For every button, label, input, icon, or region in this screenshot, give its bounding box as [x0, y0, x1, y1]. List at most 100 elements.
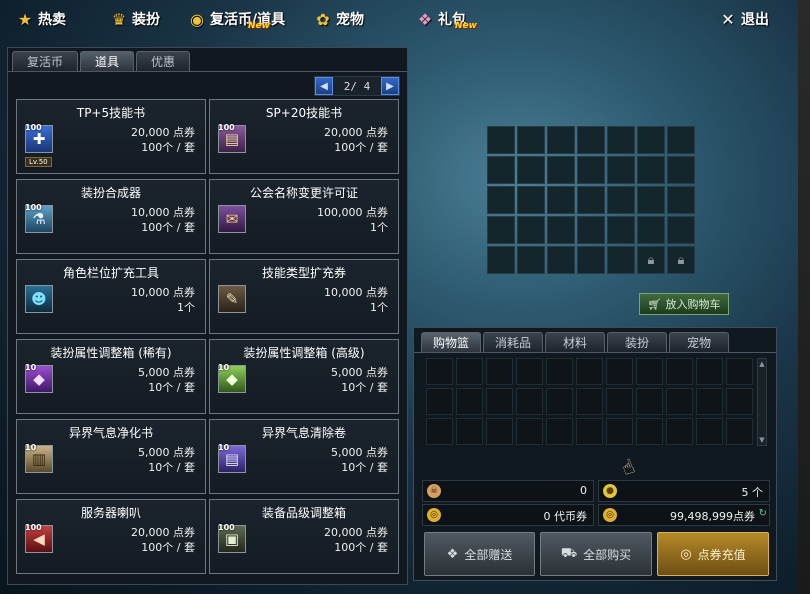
scroll-down-icon[interactable]: ▼	[758, 435, 766, 445]
nav-revive-coin[interactable]: ◉ 复活币/道具	[188, 8, 285, 30]
cart-slot[interactable]	[696, 358, 723, 385]
item-card[interactable]: SP+20技能书 ▤ 100 20,000 点券 100个 / 套	[209, 99, 399, 174]
preview-slot[interactable]	[667, 156, 695, 184]
preview-slot[interactable]	[517, 126, 545, 154]
cart-slot[interactable]	[516, 358, 543, 385]
item-card[interactable]: 公会名称变更许可证 ✉ 100,000 点券 1个	[209, 179, 399, 254]
item-card[interactable]: TP+5技能书 ✚ 100 Lv.50 20,000 点券 100个 / 套	[16, 99, 206, 174]
preview-slot[interactable]	[547, 186, 575, 214]
preview-slot[interactable]	[607, 216, 635, 244]
tab-consumables[interactable]: 消耗品	[483, 332, 543, 352]
add-to-cart-button[interactable]: 🛒︎ 放入购物车	[639, 293, 729, 315]
preview-slot[interactable]	[667, 186, 695, 214]
cart-slot[interactable]	[606, 358, 633, 385]
preview-slot[interactable]	[607, 156, 635, 184]
item-card[interactable]: 装备品级调整箱 ▣ 100 20,000 点券 100个 / 套	[209, 499, 399, 574]
preview-slot[interactable]	[667, 126, 695, 154]
cart-slot[interactable]	[606, 388, 633, 415]
gift-all-button[interactable]: ❖ 全部赠送	[424, 532, 535, 576]
preview-slot[interactable]	[487, 246, 515, 274]
preview-slot[interactable]	[577, 126, 605, 154]
preview-slot[interactable]	[517, 216, 545, 244]
cart-slot[interactable]	[546, 388, 573, 415]
preview-slot[interactable]	[577, 246, 605, 274]
cart-slot[interactable]	[726, 388, 753, 415]
exit-button[interactable]: ✕ 退出	[719, 8, 769, 30]
cart-slot[interactable]	[666, 358, 693, 385]
cart-slot[interactable]	[576, 388, 603, 415]
preview-slot[interactable]	[637, 186, 665, 214]
preview-slot[interactable]	[667, 216, 695, 244]
cart-slot[interactable]	[726, 358, 753, 385]
cart-slot[interactable]	[696, 388, 723, 415]
cart-slot[interactable]	[636, 388, 663, 415]
preview-slot[interactable]	[517, 186, 545, 214]
nav-pet[interactable]: ✿ 宠物	[314, 8, 364, 30]
cart-slot[interactable]	[636, 358, 663, 385]
preview-slot[interactable]	[607, 246, 635, 274]
preview-slot[interactable]	[577, 216, 605, 244]
cart-slot[interactable]	[606, 418, 633, 445]
cart-slot[interactable]	[426, 358, 453, 385]
cart-slot[interactable]	[636, 418, 663, 445]
cart-slot[interactable]	[546, 418, 573, 445]
preview-slot[interactable]	[487, 216, 515, 244]
preview-slot[interactable]	[487, 186, 515, 214]
tab-pet[interactable]: 宠物	[669, 332, 729, 352]
preview-slot[interactable]	[577, 156, 605, 184]
cart-slot[interactable]	[456, 358, 483, 385]
tab-basket[interactable]: 购物篮	[421, 332, 481, 352]
item-card[interactable]: 异界气息清除卷 ▤ 10 5,000 点券 10个 / 套	[209, 419, 399, 494]
tab-costume[interactable]: 装扮	[607, 332, 667, 352]
cart-slot[interactable]	[426, 388, 453, 415]
preview-slot[interactable]	[637, 216, 665, 244]
cart-slot[interactable]	[546, 358, 573, 385]
preview-slot[interactable]	[637, 126, 665, 154]
preview-slot[interactable]	[517, 246, 545, 274]
cart-scrollbar[interactable]: ▲ ▼	[757, 358, 767, 446]
preview-slot[interactable]	[637, 156, 665, 184]
cart-slot[interactable]	[576, 418, 603, 445]
cart-slot[interactable]	[486, 358, 513, 385]
next-page-button[interactable]: ▶	[381, 77, 399, 95]
item-card[interactable]: 角色栏位扩充工具 ☻ 10,000 点券 1个	[16, 259, 206, 334]
cart-slot[interactable]	[576, 358, 603, 385]
refresh-icon[interactable]: ↻	[759, 508, 767, 519]
item-card[interactable]: 异界气息净化书 ▥ 10 5,000 点券 10个 / 套	[16, 419, 206, 494]
cart-slot[interactable]	[696, 418, 723, 445]
preview-slot[interactable]	[517, 156, 545, 184]
preview-slot[interactable]	[577, 186, 605, 214]
cart-slot[interactable]	[516, 388, 543, 415]
item-card[interactable]: 装扮合成器 ⚗ 100 10,000 点券 100个 / 套	[16, 179, 206, 254]
cart-slot[interactable]	[456, 418, 483, 445]
cart-slot[interactable]	[726, 418, 753, 445]
scroll-up-icon[interactable]: ▲	[758, 359, 766, 369]
cart-slot[interactable]	[456, 388, 483, 415]
prev-page-button[interactable]: ◀	[315, 77, 333, 95]
recharge-button[interactable]: ◎ 点券充值	[657, 532, 769, 576]
nav-hot-sale[interactable]: ★ 热卖	[16, 8, 66, 30]
tab-materials[interactable]: 材料	[545, 332, 605, 352]
preview-slot[interactable]	[547, 126, 575, 154]
preview-slot[interactable]	[607, 186, 635, 214]
preview-slot[interactable]	[547, 216, 575, 244]
cart-slot[interactable]	[426, 418, 453, 445]
cart-slot[interactable]	[486, 418, 513, 445]
preview-slot[interactable]	[487, 156, 515, 184]
preview-slot[interactable]	[547, 156, 575, 184]
item-card[interactable]: 装扮属性调整箱 (稀有) ◆ 10 5,000 点券 10个 / 套	[16, 339, 206, 414]
cart-slot[interactable]	[666, 418, 693, 445]
cart-slot[interactable]	[486, 388, 513, 415]
buy-all-button[interactable]: ⛟ 全部购买	[540, 532, 652, 576]
tab-revive-coin[interactable]: 复活币	[12, 51, 79, 71]
tab-items[interactable]: 道具	[80, 51, 135, 71]
nav-costume[interactable]: ♛ 装扮	[110, 8, 160, 30]
cart-slot[interactable]	[666, 388, 693, 415]
preview-slot[interactable]	[547, 246, 575, 274]
cart-slot[interactable]	[516, 418, 543, 445]
item-card[interactable]: 装扮属性调整箱 (高级) ◆ 10 5,000 点券 10个 / 套	[209, 339, 399, 414]
preview-slot[interactable]	[487, 126, 515, 154]
item-card[interactable]: 服务器喇叭 ◀ 100 20,000 点券 100个 / 套	[16, 499, 206, 574]
tab-discount[interactable]: 优惠	[136, 51, 191, 71]
preview-slot[interactable]	[607, 126, 635, 154]
